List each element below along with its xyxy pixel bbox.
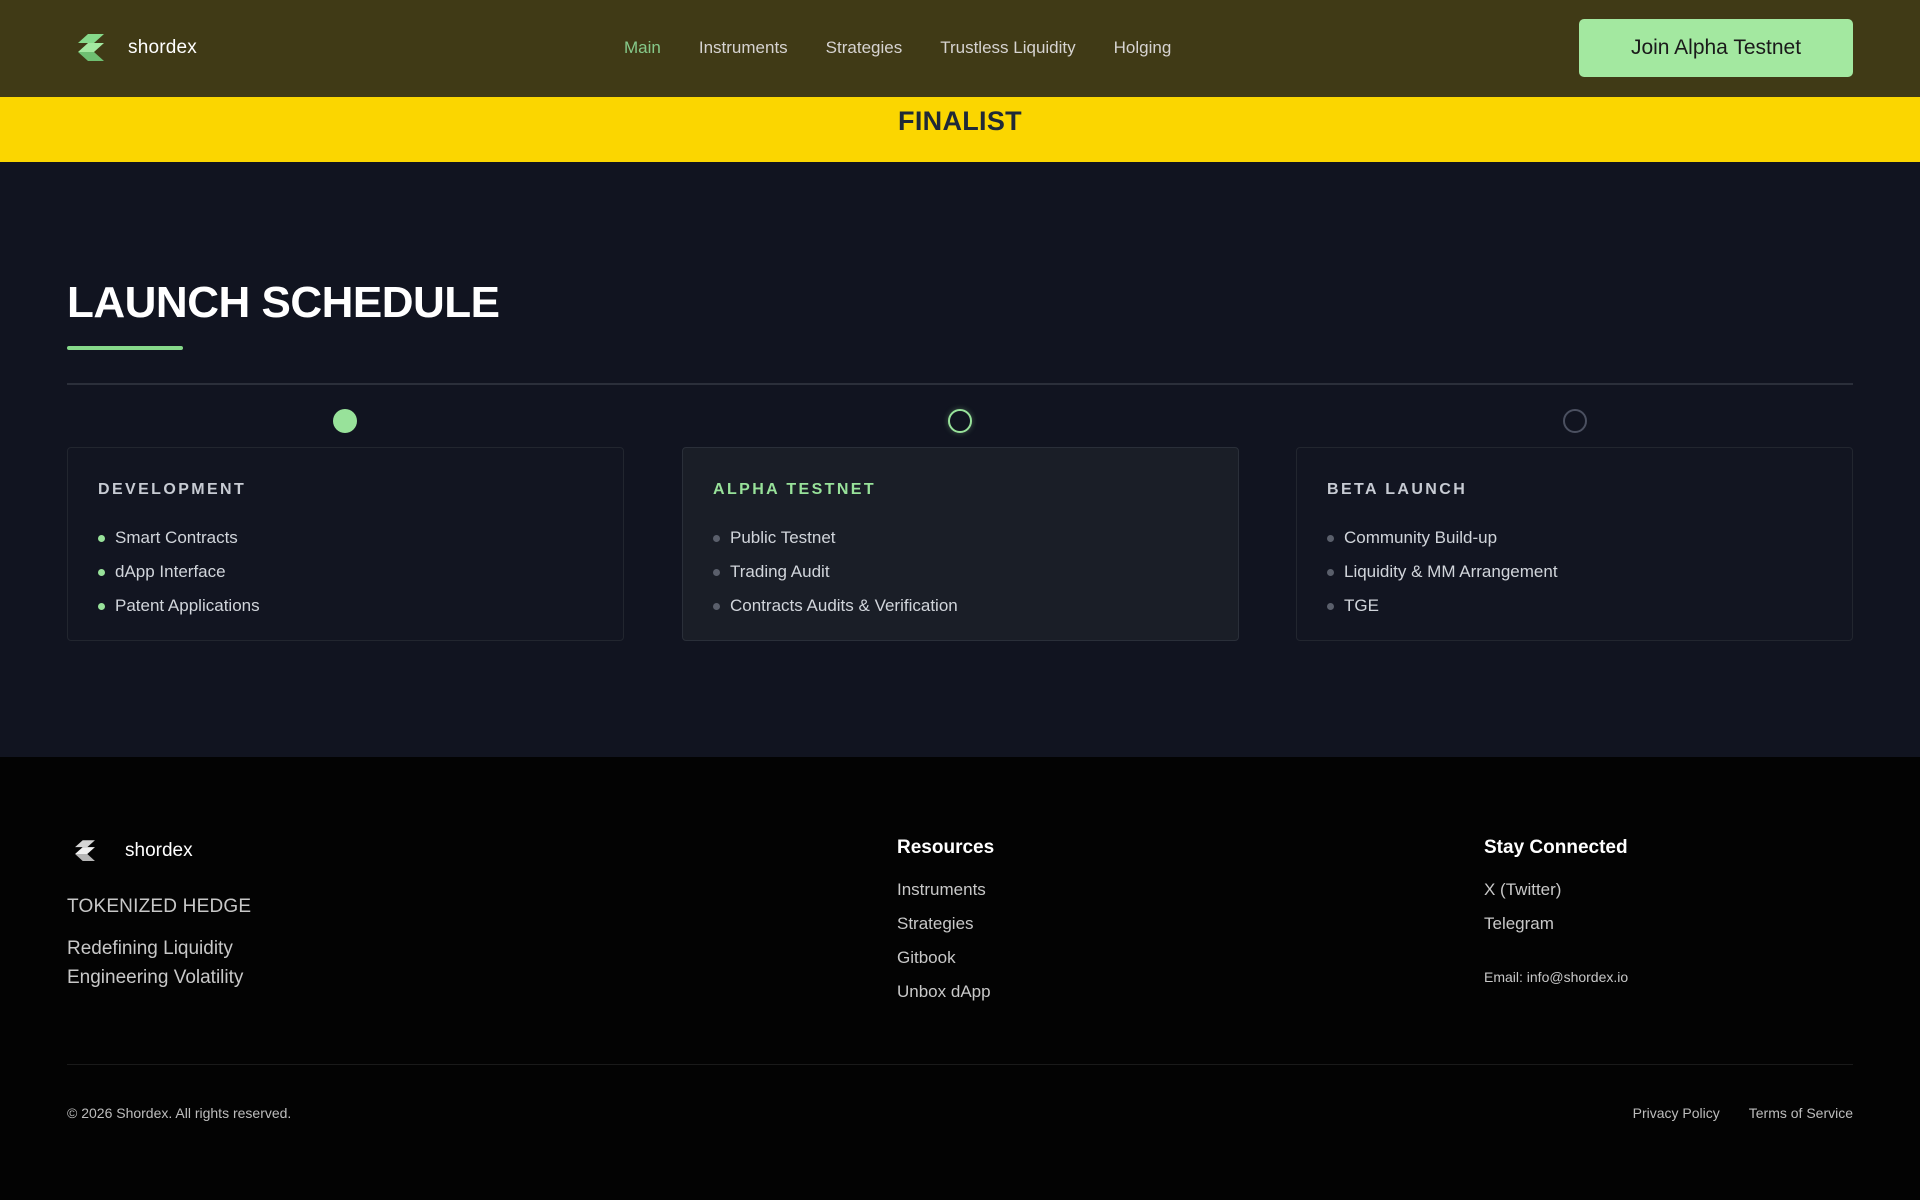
footer-brand-name: shordex xyxy=(125,840,193,861)
resources-heading: Resources xyxy=(897,837,995,858)
finalist-banner: FINALIST xyxy=(0,97,1920,162)
social-links: X (Twitter) Telegram xyxy=(1484,880,1561,948)
list-item-label: Community Build-up xyxy=(1344,528,1498,547)
timeline-line xyxy=(67,383,1853,385)
list-item-label: TGE xyxy=(1344,596,1379,615)
brand-name: shordex xyxy=(128,37,197,58)
list-item: Smart Contracts xyxy=(98,521,260,555)
legal-links: Privacy Policy Terms of Service xyxy=(1604,1105,1853,1121)
footer-motto: Redefining Liquidity Engineering Volatil… xyxy=(67,934,243,992)
footer-link-twitter[interactable]: X (Twitter) xyxy=(1484,880,1561,914)
list-item: Trading Audit xyxy=(713,555,958,589)
site-footer: shordex TOKENIZED HEDGE Redefining Liqui… xyxy=(0,757,1920,1200)
list-item-label: dApp Interface xyxy=(115,562,226,581)
title-underline xyxy=(67,346,183,350)
nav-item-strategies[interactable]: Strategies xyxy=(826,38,903,58)
list-item-label: Public Testnet xyxy=(730,528,836,547)
list-item-label: Contracts Audits & Verification xyxy=(730,596,958,615)
resources-links: Instruments Strategies Gitbook Unbox dAp… xyxy=(897,880,991,1016)
timeline-dot-completed xyxy=(333,409,357,433)
list-item-label: Trading Audit xyxy=(730,562,830,581)
nav-item-instruments[interactable]: Instruments xyxy=(699,38,788,58)
list-item: TGE xyxy=(1327,589,1558,623)
bullet-icon xyxy=(713,534,720,542)
motto-line: Redefining Liquidity xyxy=(67,938,233,959)
top-navbar: shordex Main Instruments Strategies Trus… xyxy=(0,0,1920,97)
banner-text: FINALIST xyxy=(898,106,1022,136)
main-nav: Main Instruments Strategies Trustless Li… xyxy=(624,38,1171,58)
footer-brand-logo[interactable]: shordex xyxy=(72,837,193,865)
bullet-icon xyxy=(1327,534,1334,542)
list-item-label: Smart Contracts xyxy=(115,528,238,547)
section-title: LAUNCH SCHEDULE xyxy=(67,278,500,327)
bullet-icon xyxy=(98,568,105,576)
phase-title: ALPHA TESTNET xyxy=(713,481,877,498)
contact-email[interactable]: Email: info@shordex.io xyxy=(1484,969,1628,985)
nav-item-main[interactable]: Main xyxy=(624,38,661,58)
list-item-label: Patent Applications xyxy=(115,596,260,615)
phase-title: BETA LAUNCH xyxy=(1327,481,1468,498)
bullet-icon xyxy=(98,534,105,542)
phase-title: DEVELOPMENT xyxy=(98,481,247,498)
nav-item-holging[interactable]: Holging xyxy=(1114,38,1172,58)
footer-link-gitbook[interactable]: Gitbook xyxy=(897,948,991,982)
footer-link-instruments[interactable]: Instruments xyxy=(897,880,991,914)
list-item: Public Testnet xyxy=(713,521,958,555)
bullet-icon xyxy=(98,602,105,610)
footer-divider xyxy=(67,1064,1853,1065)
timeline-dot-current xyxy=(948,409,972,433)
motto-line: Engineering Volatility xyxy=(67,967,244,988)
phase-items: Community Build-up Liquidity & MM Arrang… xyxy=(1327,521,1558,623)
join-alpha-testnet-button[interactable]: Join Alpha Testnet xyxy=(1579,19,1853,77)
footer-tagline: TOKENIZED HEDGE xyxy=(67,896,252,917)
terms-of-service-link[interactable]: Terms of Service xyxy=(1749,1105,1853,1121)
timeline-dot-upcoming xyxy=(1563,409,1587,433)
copyright-text: © 2026 Shordex. All rights reserved. xyxy=(67,1105,292,1121)
stay-connected-heading: Stay Connected xyxy=(1484,837,1628,858)
list-item: Patent Applications xyxy=(98,589,260,623)
list-item-label: Liquidity & MM Arrangement xyxy=(1344,562,1558,581)
list-item: dApp Interface xyxy=(98,555,260,589)
shordex-logo-icon xyxy=(75,840,95,861)
bullet-icon xyxy=(713,602,720,610)
footer-link-telegram[interactable]: Telegram xyxy=(1484,914,1561,948)
bullet-icon xyxy=(1327,602,1334,610)
bullet-icon xyxy=(1327,568,1334,576)
footer-link-strategies[interactable]: Strategies xyxy=(897,914,991,948)
nav-item-trustless-liquidity[interactable]: Trustless Liquidity xyxy=(940,38,1075,58)
phase-items: Smart Contracts dApp Interface Patent Ap… xyxy=(98,521,260,623)
launch-schedule-section: LAUNCH SCHEDULE DEVELOPMENT Smart Contra… xyxy=(0,162,1920,757)
privacy-policy-link[interactable]: Privacy Policy xyxy=(1633,1105,1720,1121)
phase-card-development: DEVELOPMENT Smart Contracts dApp Interfa… xyxy=(67,447,624,641)
list-item: Community Build-up xyxy=(1327,521,1558,555)
phase-items: Public Testnet Trading Audit Contracts A… xyxy=(713,521,958,623)
shordex-logo-icon xyxy=(78,34,104,61)
phase-card-alpha-testnet: ALPHA TESTNET Public Testnet Trading Aud… xyxy=(682,447,1239,641)
phase-card-beta-launch: BETA LAUNCH Community Build-up Liquidity… xyxy=(1296,447,1853,641)
brand-logo[interactable]: shordex xyxy=(74,28,197,68)
bullet-icon xyxy=(713,568,720,576)
footer-link-unbox-dapp[interactable]: Unbox dApp xyxy=(897,982,991,1016)
list-item: Liquidity & MM Arrangement xyxy=(1327,555,1558,589)
list-item: Contracts Audits & Verification xyxy=(713,589,958,623)
